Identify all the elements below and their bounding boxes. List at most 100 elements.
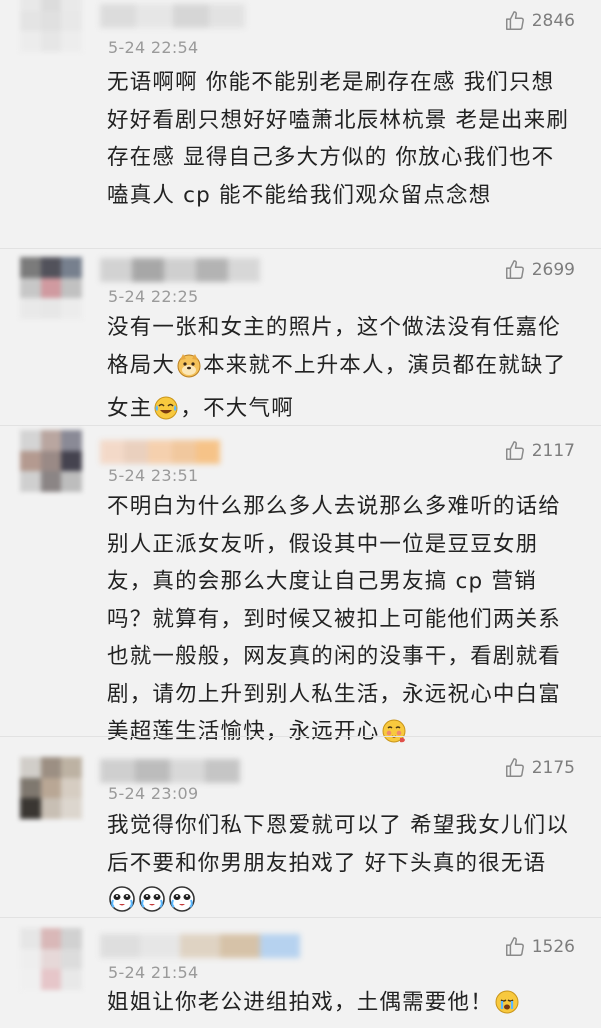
avatar-mosaic-cell <box>61 471 82 492</box>
thumbs-up-icon <box>505 11 524 30</box>
avatar-mosaic-cell <box>40 757 62 778</box>
avatar-mosaic-cell <box>40 31 62 52</box>
username-mosaic-cell <box>196 440 220 464</box>
comment-text: 无语啊啊 你能不能别老是刷存在感 我们只想好好看剧只想好好嗑萧北辰林杭景 老是出… <box>107 70 570 208</box>
avatar-mosaic-cell <box>20 777 41 799</box>
avatar-mosaic-cell <box>40 298 62 319</box>
avatar-mosaic-cell <box>40 430 62 451</box>
avatar-mosaic-cell <box>40 948 62 970</box>
comment-text-part: 我觉得你们私下恩爱就可以了 希望我女儿们以后不要和你男朋友拍戏了 好下头真的很无… <box>107 813 570 876</box>
avatar-mosaic-cell <box>20 948 41 970</box>
username-blurred[interactable] <box>100 934 300 958</box>
like-button[interactable]: 2117 <box>504 440 575 462</box>
avatar-mosaic-cell <box>61 757 82 778</box>
crying-emoji-icon <box>494 989 520 1028</box>
avatar-mosaic-cell <box>61 798 82 819</box>
avatar-mosaic-cell <box>20 298 41 319</box>
avatar-mosaic <box>20 928 82 990</box>
avatar-mosaic-cell <box>61 277 82 299</box>
comment-item: 5-24 23:51 2117 不明白为什么那么多人去说那么多难听的话给别人正派… <box>0 426 601 744</box>
avatar[interactable] <box>20 928 82 990</box>
avatar-mosaic <box>20 430 82 492</box>
username-mosaic-cell <box>205 759 240 783</box>
avatar-mosaic-cell <box>40 471 62 492</box>
username-mosaic-cell <box>124 440 148 464</box>
username-mosaic-cell <box>148 440 172 464</box>
comment-text-part: 姐姐让你老公进组拍戏，土偶需要他！ <box>107 990 493 1015</box>
avatar-mosaic-cell <box>40 257 62 278</box>
username-mosaic-cell <box>100 258 132 282</box>
avatar-mosaic-cell <box>61 928 82 949</box>
comment-item: 5-24 23:09 2175 我觉得你们私下恩爱就可以了 希望我女儿们以后不要… <box>0 737 601 917</box>
avatar-mosaic-cell <box>61 948 82 970</box>
comment-item: 5-24 22:25 2699 没有一张和女主的照片，这个做法没有任嘉伦格局大本… <box>0 249 601 425</box>
avatar[interactable] <box>20 0 82 52</box>
like-count: 2175 <box>531 758 575 778</box>
username-blurred[interactable] <box>100 4 245 28</box>
like-count: 1526 <box>531 937 575 957</box>
avatar-mosaic-cell <box>20 471 41 492</box>
avatar-mosaic-cell <box>61 0 82 11</box>
avatar[interactable] <box>20 257 82 319</box>
avatar-mosaic-cell <box>20 757 41 778</box>
username-mosaic-cell <box>170 759 205 783</box>
avatar-mosaic <box>20 757 82 819</box>
doge-emoji-icon <box>176 352 202 391</box>
comment-time: 5-24 23:51 <box>108 466 199 485</box>
like-button[interactable]: 2175 <box>504 757 575 779</box>
username-blurred[interactable] <box>100 759 240 783</box>
avatar-mosaic-cell <box>40 0 62 11</box>
avatar[interactable] <box>20 757 82 819</box>
like-count: 2846 <box>531 11 575 31</box>
username-mosaic-cell <box>196 258 228 282</box>
username-mosaic-cell <box>132 258 164 282</box>
avatar-mosaic-cell <box>20 277 41 299</box>
like-button[interactable]: 2699 <box>504 259 575 281</box>
thumbs-up-icon <box>505 758 524 777</box>
comment-text: 我觉得你们私下恩爱就可以了 希望我女儿们以后不要和你男朋友拍戏了 好下头真的很无… <box>107 807 577 926</box>
username-mosaic-cell <box>140 934 180 958</box>
avatar-mosaic-cell <box>40 928 62 949</box>
avatar-mosaic-cell <box>61 969 82 990</box>
avatar-mosaic-cell <box>20 969 41 990</box>
comment-item: 5-24 21:54 1526 姐姐让你老公进组拍戏，土偶需要他！ <box>0 918 601 1015</box>
like-button[interactable]: 1526 <box>504 936 575 958</box>
username-mosaic-cell <box>228 258 260 282</box>
comment-item: 5-24 22:54 2846 无语啊啊 你能不能别老是刷存在感 我们只想好好看… <box>0 0 601 248</box>
comment-text: 没有一张和女主的照片，这个做法没有任嘉伦格局大 本来就不上升本人，演员都在就缺了女… <box>107 309 577 434</box>
like-count: 2699 <box>531 260 575 280</box>
avatar-mosaic-cell <box>20 430 41 451</box>
avatar-mosaic-cell <box>20 31 41 52</box>
avatar-mosaic-cell <box>61 10 82 32</box>
avatar-mosaic-cell <box>20 798 41 819</box>
avatar-mosaic-cell <box>61 257 82 278</box>
username-mosaic-cell <box>260 934 300 958</box>
username-mosaic-cell <box>100 4 137 28</box>
comment-text-part: ，不大气啊 <box>180 396 294 421</box>
thumbs-up-icon <box>505 260 524 279</box>
username-blurred[interactable] <box>100 440 220 464</box>
comment-text-part: 不明白为什么那么多人去说那么多难听的话给别人正派女友听，假设其中一位是豆豆女朋友… <box>107 494 562 744</box>
comment-text: 不明白为什么那么多人去说那么多难听的话给别人正派女友听，假设其中一位是豆豆女朋友… <box>107 488 577 757</box>
comment-time: 5-24 22:54 <box>108 38 199 57</box>
username-mosaic-cell <box>164 258 196 282</box>
avatar-mosaic-cell <box>40 450 62 472</box>
comment-text: 姐姐让你老公进组拍戏，土偶需要他！ <box>107 984 577 1028</box>
avatar-mosaic-cell <box>61 777 82 799</box>
thumbs-up-icon <box>505 937 524 956</box>
avatar-mosaic-cell <box>20 0 41 11</box>
like-button[interactable]: 2846 <box>504 10 575 32</box>
username-mosaic-cell <box>180 934 220 958</box>
username-mosaic-cell <box>220 934 260 958</box>
avatar-mosaic-cell <box>20 257 41 278</box>
avatar-mosaic-cell <box>40 798 62 819</box>
username-mosaic-cell <box>100 759 135 783</box>
avatar-mosaic-cell <box>40 277 62 299</box>
avatar-mosaic-cell <box>20 928 41 949</box>
comment-time: 5-24 21:54 <box>108 963 199 982</box>
username-blurred[interactable] <box>100 258 260 282</box>
avatar-mosaic-cell <box>61 31 82 52</box>
avatar-mosaic <box>20 0 82 52</box>
username-mosaic-cell <box>172 4 209 28</box>
avatar[interactable] <box>20 430 82 492</box>
